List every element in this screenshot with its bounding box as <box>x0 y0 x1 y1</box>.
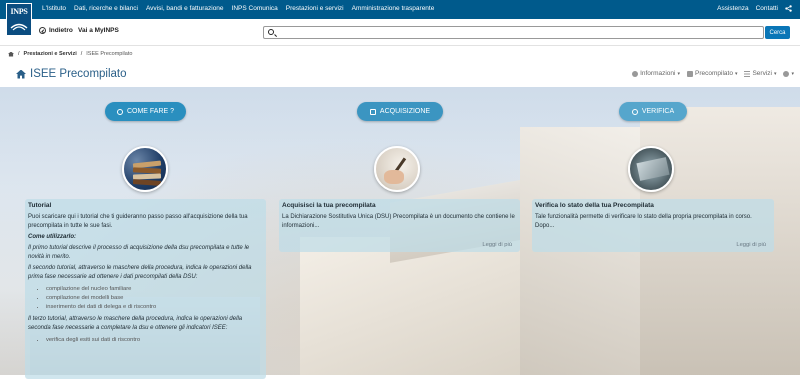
list-icon <box>744 70 751 77</box>
top-nav: L'Istituto Dati, ricerche e bilanci Avvi… <box>42 5 434 12</box>
breadcrumb: / Prestazioni e Servizi / ISEE Precompil… <box>8 51 132 57</box>
read-more-link[interactable]: Leggi di più <box>736 242 766 248</box>
topnav-avvisi[interactable]: Avvisi, bandi e fatturazione <box>146 5 224 12</box>
top-bar: L'Istituto Dati, ricerche e bilanci Avvi… <box>0 0 800 19</box>
step-come-fare-button[interactable]: COME FARE ? <box>105 102 186 121</box>
inps-logo[interactable]: INPS <box>6 3 32 36</box>
card-list: compilazione del nucleo familiare compil… <box>46 285 263 312</box>
laptop-photo <box>628 146 674 192</box>
step-label: COME FARE ? <box>126 108 175 115</box>
search-input[interactable] <box>263 26 764 39</box>
writing-photo <box>374 146 420 192</box>
acquisizione-card: Acquisisci la tua precompilata La Dichia… <box>279 199 520 252</box>
user-menu[interactable]: ▾ <box>783 70 794 77</box>
topnav-comunica[interactable]: INPS Comunica <box>232 5 278 12</box>
list-item: compilazione dei modelli base <box>46 294 263 303</box>
question-icon <box>116 108 123 115</box>
step-acquisizione-button[interactable]: ACQUISIZIONE <box>357 102 443 121</box>
card-text: Il primo tutorial descrive il processo d… <box>28 245 250 260</box>
page-title-wrap: ISEE Precompilato <box>16 68 127 80</box>
building-shape <box>300 237 540 375</box>
topnav-dati[interactable]: Dati, ricerche e bilanci <box>74 5 138 12</box>
logo-text: INPS <box>10 7 28 16</box>
screen-shape <box>636 157 670 181</box>
search-button[interactable]: Cerca <box>765 26 790 39</box>
info-icon <box>632 70 639 77</box>
card-text: Puoi scaricare qui i tutorial che ti gui… <box>28 214 248 229</box>
breadcrumb-sep: / <box>80 51 83 57</box>
top-right: Assistenza Contatti <box>717 5 792 12</box>
title-menus: Informazioni ▾ Precompilato ▾ Servizi ▾ … <box>632 70 794 77</box>
topnav-trasparente[interactable]: Amministrazione trasparente <box>352 5 435 12</box>
books-photo <box>122 146 168 192</box>
tutorial-card: Tutorial Puoi scaricare qui i tutorial c… <box>25 199 266 379</box>
menu-label: Informazioni <box>640 70 676 77</box>
step-label: VERIFICA <box>641 108 675 115</box>
caret-down-icon: ▾ <box>791 70 794 77</box>
read-more-link[interactable]: Leggi di più <box>482 242 512 248</box>
logo-mark-icon <box>10 23 28 31</box>
menu-servizi[interactable]: Servizi ▾ <box>744 70 776 77</box>
breadcrumb-prestazioni[interactable]: Prestazioni e Servizi <box>24 51 77 57</box>
home-icon[interactable] <box>8 51 14 57</box>
caret-down-icon: ▾ <box>734 70 738 77</box>
contatti-link[interactable]: Contatti <box>756 5 778 12</box>
user-icon <box>783 70 790 77</box>
back-button[interactable]: Indietro <box>39 27 73 34</box>
card-title: Verifica lo stato della tua Precompilata <box>535 202 654 209</box>
card-title: Tutorial <box>28 202 52 209</box>
check-circle-icon <box>631 108 638 115</box>
menu-label: Servizi <box>752 70 772 77</box>
edit-icon <box>369 108 376 115</box>
menu-informazioni[interactable]: Informazioni ▾ <box>632 70 680 77</box>
step-label: ACQUISIZIONE <box>379 108 431 115</box>
share-icon[interactable] <box>785 5 792 12</box>
list-item: inserimento dei dati di delega e di risc… <box>46 303 263 312</box>
topnav-istituto[interactable]: L'Istituto <box>42 5 66 12</box>
back-label: Indietro <box>49 27 73 34</box>
back-arrow-icon <box>39 27 46 34</box>
checkbox-icon <box>687 70 693 77</box>
caret-down-icon: ▾ <box>773 70 777 77</box>
menu-label: Precompilato <box>695 70 733 77</box>
menu-precompilato[interactable]: Precompilato ▾ <box>687 70 737 77</box>
topnav-prestazioni[interactable]: Prestazioni e servizi <box>286 5 344 12</box>
step-verifica-button[interactable]: VERIFICA <box>619 102 687 121</box>
card-text: Il terzo tutorial, attraverso le mascher… <box>28 316 243 331</box>
list-item: verifica degli esiti sui dati di riscont… <box>46 336 263 345</box>
card-text: Il secondo tutorial, attraverso le masch… <box>28 265 252 280</box>
myinps-link[interactable]: Vai a MyINPS <box>78 27 119 34</box>
list-item: compilazione del nucleo familiare <box>46 285 263 294</box>
verifica-card: Verifica lo stato della tua Precompilata… <box>532 199 774 252</box>
title-bar: ISEE Precompilato Informazioni ▾ Precomp… <box>0 63 800 87</box>
breadcrumb-current: ISEE Precompilato <box>86 51 133 57</box>
card-text: Tale funzionalità permette di verificare… <box>535 214 752 229</box>
card-text: La Dichiarazione Sostitutiva Unica (DSU)… <box>282 214 515 229</box>
page-title: ISEE Precompilato <box>30 68 127 80</box>
assistenza-link[interactable]: Assistenza <box>717 5 748 12</box>
card-title: Acquisisci la tua precompilata <box>282 202 376 209</box>
hand-shape <box>384 170 404 184</box>
breadcrumb-sep: / <box>18 51 20 57</box>
card-list: verifica degli esiti sui dati di riscont… <box>46 336 263 345</box>
book-shape <box>132 179 162 186</box>
home-icon <box>16 69 26 79</box>
caret-down-icon: ▾ <box>677 70 680 77</box>
search-icon <box>268 29 274 35</box>
card-subheading: Come utilizzarlo: <box>28 234 77 240</box>
